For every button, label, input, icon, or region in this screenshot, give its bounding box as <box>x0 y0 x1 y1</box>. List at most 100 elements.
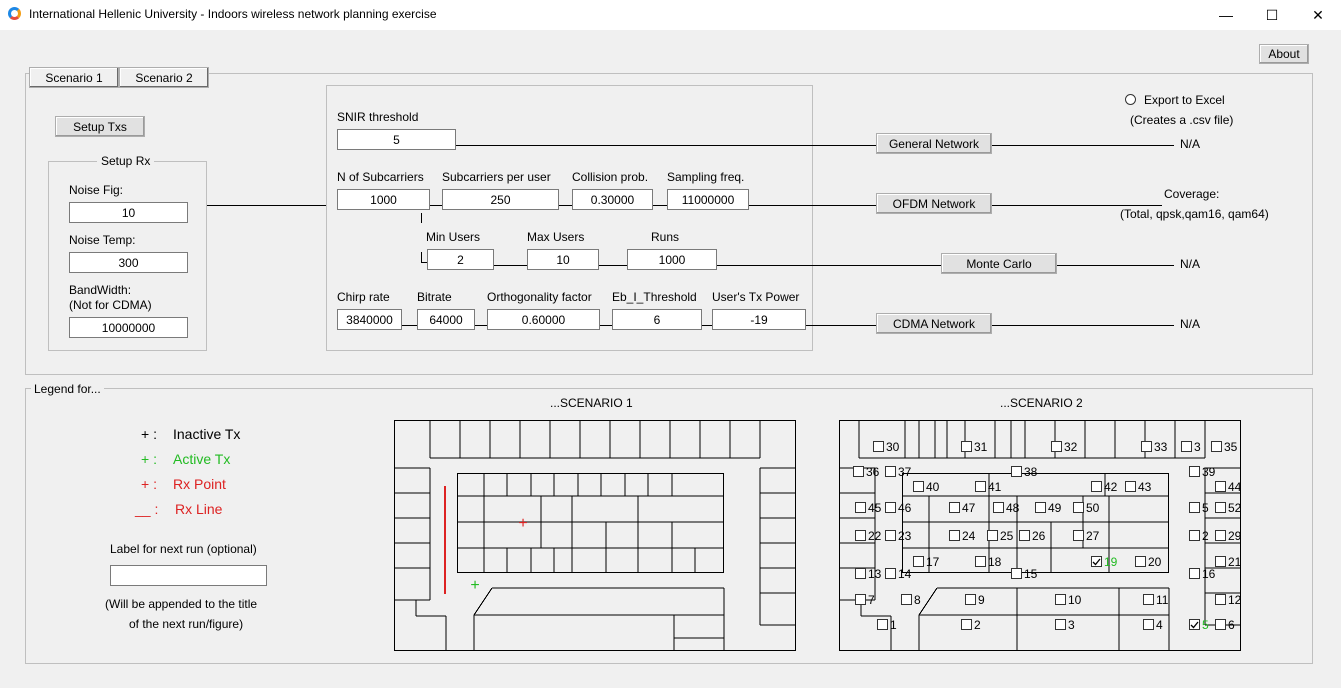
tx-checkbox-26[interactable] <box>1019 530 1030 541</box>
tx-checkbox-40[interactable] <box>913 481 924 492</box>
tx-label-24: 24 <box>962 529 976 543</box>
n-subcarriers-input[interactable]: 1000 <box>337 189 430 210</box>
active-tx-marker: + <box>470 577 479 594</box>
tx-checkbox-43[interactable] <box>1125 481 1136 492</box>
setup-txs-button[interactable]: Setup Txs <box>55 116 145 137</box>
tx-checkbox-4[interactable] <box>1143 619 1154 630</box>
inactive-tx-symbol: + : <box>141 426 157 442</box>
tx-label-12: 12 <box>1228 593 1241 607</box>
tx-checkbox-10[interactable] <box>1055 594 1066 605</box>
tx-checkbox-3[interactable] <box>1181 441 1192 452</box>
tx-checkbox-33[interactable] <box>1141 441 1152 452</box>
tx-label-49: 49 <box>1048 501 1062 515</box>
about-button[interactable]: About <box>1259 44 1309 64</box>
tx-checkbox-49[interactable] <box>1035 502 1046 513</box>
bitrate-input[interactable]: 64000 <box>417 309 475 330</box>
export-radio[interactable] <box>1125 94 1136 105</box>
tx-checkbox-25[interactable] <box>987 530 998 541</box>
tx-checkbox-52[interactable] <box>1215 502 1226 513</box>
tx-checkbox-6[interactable] <box>1215 619 1226 630</box>
tx-label-2: 2 <box>1202 529 1209 543</box>
tx-checkbox-19[interactable] <box>1091 556 1102 567</box>
tx-checkbox-46[interactable] <box>885 502 896 513</box>
tx-checkbox-2[interactable] <box>1189 530 1200 541</box>
tx-checkbox-5[interactable] <box>1189 502 1200 513</box>
subcarriers-per-user-input[interactable]: 250 <box>442 189 559 210</box>
tx-checkbox-45[interactable] <box>855 502 866 513</box>
tx-checkbox-36[interactable] <box>853 466 864 477</box>
bandwidth-input[interactable]: 10000000 <box>69 317 188 338</box>
tx-checkbox-32[interactable] <box>1051 441 1062 452</box>
tx-checkbox-12[interactable] <box>1215 594 1226 605</box>
tx-checkbox-44[interactable] <box>1215 481 1226 492</box>
collision-prob-input[interactable]: 0.30000 <box>572 189 653 210</box>
tx-power-input[interactable]: -19 <box>712 309 806 330</box>
tx-checkbox-17[interactable] <box>913 556 924 567</box>
snir-input[interactable]: 5 <box>337 129 456 150</box>
maximize-button[interactable]: ☐ <box>1249 0 1295 30</box>
cdma-network-button[interactable]: CDMA Network <box>876 313 992 334</box>
tx-checkbox-8[interactable] <box>901 594 912 605</box>
tx-checkbox-15[interactable] <box>1011 568 1022 579</box>
monte-carlo-button[interactable]: Monte Carlo <box>941 253 1057 274</box>
orthogonality-input[interactable]: 0.60000 <box>487 309 600 330</box>
tx-checkbox-5[interactable] <box>1189 619 1200 630</box>
tx-checkbox-39[interactable] <box>1189 466 1200 477</box>
tab-scenario-2[interactable]: Scenario 2 <box>119 67 209 88</box>
ofdm-network-button[interactable]: OFDM Network <box>876 193 992 214</box>
tx-label-30: 30 <box>886 440 900 454</box>
rx-point-symbol: + : <box>141 476 157 492</box>
tx-label-15: 15 <box>1024 567 1038 581</box>
tx-checkbox-38[interactable] <box>1011 466 1022 477</box>
connector-line <box>559 205 572 206</box>
tx-checkbox-13[interactable] <box>855 568 866 579</box>
scenario-2-floorplan[interactable]: 30 31 32 33 3 3536 37 38 3940 41 42 43 4445 46 47 48 49 5… <box>839 420 1241 651</box>
inactive-tx-label: Inactive Tx <box>173 426 241 442</box>
tx-checkbox-37[interactable] <box>885 466 896 477</box>
sampling-freq-input[interactable]: 11000000 <box>667 189 749 210</box>
tx-checkbox-7[interactable] <box>855 594 866 605</box>
close-button[interactable]: ✕ <box>1295 0 1341 30</box>
active-tx-label: Active Tx <box>173 451 231 467</box>
tx-checkbox-30[interactable] <box>873 441 884 452</box>
noise-fig-input[interactable]: 10 <box>69 202 188 223</box>
tx-checkbox-27[interactable] <box>1073 530 1084 541</box>
tx-checkbox-47[interactable] <box>949 502 960 513</box>
tab-scenario-1[interactable]: Scenario 1 <box>29 67 119 88</box>
tx-checkbox-14[interactable] <box>885 568 896 579</box>
tx-checkbox-21[interactable] <box>1215 556 1226 567</box>
tx-checkbox-9[interactable] <box>965 594 976 605</box>
tx-label-20: 20 <box>1148 555 1162 569</box>
cdma-result: N/A <box>1180 317 1201 331</box>
tx-checkbox-29[interactable] <box>1215 530 1226 541</box>
general-network-button[interactable]: General Network <box>876 133 992 154</box>
tx-checkbox-2[interactable] <box>961 619 972 630</box>
tx-checkbox-16[interactable] <box>1189 568 1200 579</box>
tx-checkbox-31[interactable] <box>961 441 972 452</box>
tx-checkbox-1[interactable] <box>877 619 888 630</box>
connector-line <box>992 325 1174 326</box>
tx-checkbox-42[interactable] <box>1091 481 1102 492</box>
noise-temp-input[interactable]: 300 <box>69 252 188 273</box>
tx-checkbox-11[interactable] <box>1143 594 1154 605</box>
tx-checkbox-23[interactable] <box>885 530 896 541</box>
tx-checkbox-50[interactable] <box>1073 502 1084 513</box>
tx-checkbox-20[interactable] <box>1135 556 1146 567</box>
max-users-input[interactable]: 10 <box>527 249 599 270</box>
minimize-button[interactable]: — <box>1203 0 1249 30</box>
tx-checkbox-22[interactable] <box>855 530 866 541</box>
tx-checkbox-35[interactable] <box>1211 441 1222 452</box>
tx-checkbox-41[interactable] <box>975 481 986 492</box>
tx-checkbox-24[interactable] <box>949 530 960 541</box>
chirp-rate-input[interactable]: 3840000 <box>337 309 402 330</box>
sampling-freq-label: Sampling freq. <box>667 170 745 184</box>
eb-threshold-input[interactable]: 6 <box>612 309 702 330</box>
run-label-input[interactable] <box>110 565 267 586</box>
connector-line <box>421 252 422 262</box>
tx-checkbox-48[interactable] <box>993 502 1004 513</box>
min-users-input[interactable]: 2 <box>427 249 494 270</box>
scenario-1-floorplan[interactable]: + + <box>394 420 796 651</box>
tx-checkbox-3[interactable] <box>1055 619 1066 630</box>
runs-input[interactable]: 1000 <box>627 249 717 270</box>
tx-checkbox-18[interactable] <box>975 556 986 567</box>
